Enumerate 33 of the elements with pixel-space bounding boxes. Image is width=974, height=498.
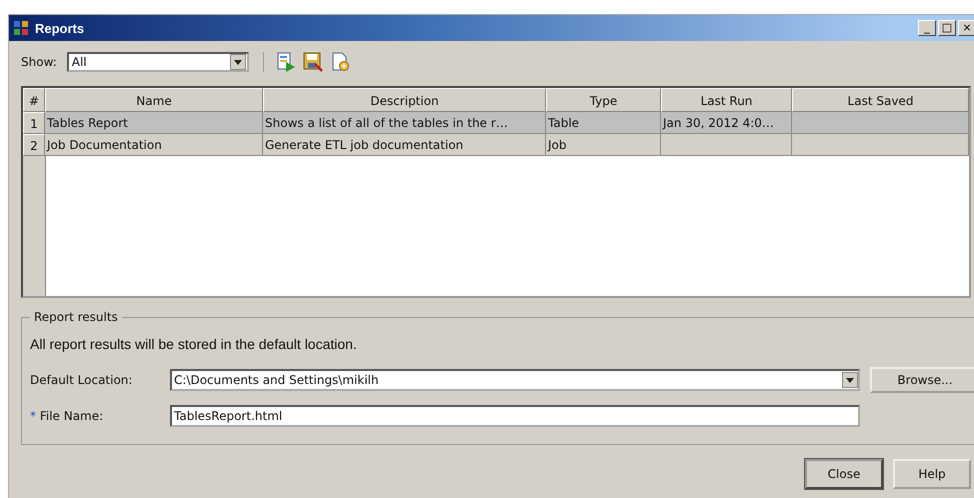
- field-label: Default Location:: [30, 373, 134, 387]
- app-icon: [13, 20, 29, 36]
- close-button[interactable]: Close: [805, 459, 883, 489]
- table-row[interactable]: 1 Tables Report Shows a list of all of the tables in the r… Table Jan 30, 2012 4:0…: [23, 112, 969, 134]
- table-cell: Generate ETL job documentation: [263, 134, 546, 156]
- file-name-field[interactable]: TablesReport.html: [170, 405, 860, 427]
- window-title: Reports: [35, 20, 84, 36]
- show-dropdown[interactable]: All: [66, 52, 249, 72]
- table-cell: Job: [546, 134, 661, 156]
- field-label: File Name:: [40, 409, 104, 423]
- column-header[interactable]: Last Run: [661, 88, 792, 112]
- help-button[interactable]: Help: [893, 459, 971, 489]
- table-cell: Job Documentation: [45, 134, 263, 156]
- group-legend: Report results: [30, 310, 122, 324]
- column-header[interactable]: #: [23, 88, 45, 112]
- run-report-icon[interactable]: [276, 52, 296, 72]
- close-button[interactable]: ×: [958, 20, 974, 36]
- row-number: 1: [23, 112, 45, 134]
- minimize-button[interactable]: _: [918, 20, 936, 36]
- report-properties-icon[interactable]: [330, 52, 350, 72]
- column-header[interactable]: Name: [45, 88, 263, 112]
- show-label: Show:: [21, 55, 57, 69]
- browse-button[interactable]: Browse...: [870, 367, 974, 393]
- column-header[interactable]: Type: [546, 88, 661, 112]
- column-header[interactable]: Description: [263, 88, 546, 112]
- row-number: 2: [23, 134, 45, 156]
- column-header[interactable]: Last Saved: [792, 88, 969, 112]
- save-report-icon[interactable]: [302, 52, 323, 72]
- required-mark: *: [30, 409, 36, 423]
- maximize-button[interactable]: □: [938, 20, 956, 36]
- table-row[interactable]: 2 Job Documentation Generate ETL job documentation Job: [23, 134, 969, 156]
- location-field[interactable]: C:\Documents and Settings\mikilh: [170, 369, 860, 391]
- info-text: All report results will be stored in the default location.: [30, 336, 358, 352]
